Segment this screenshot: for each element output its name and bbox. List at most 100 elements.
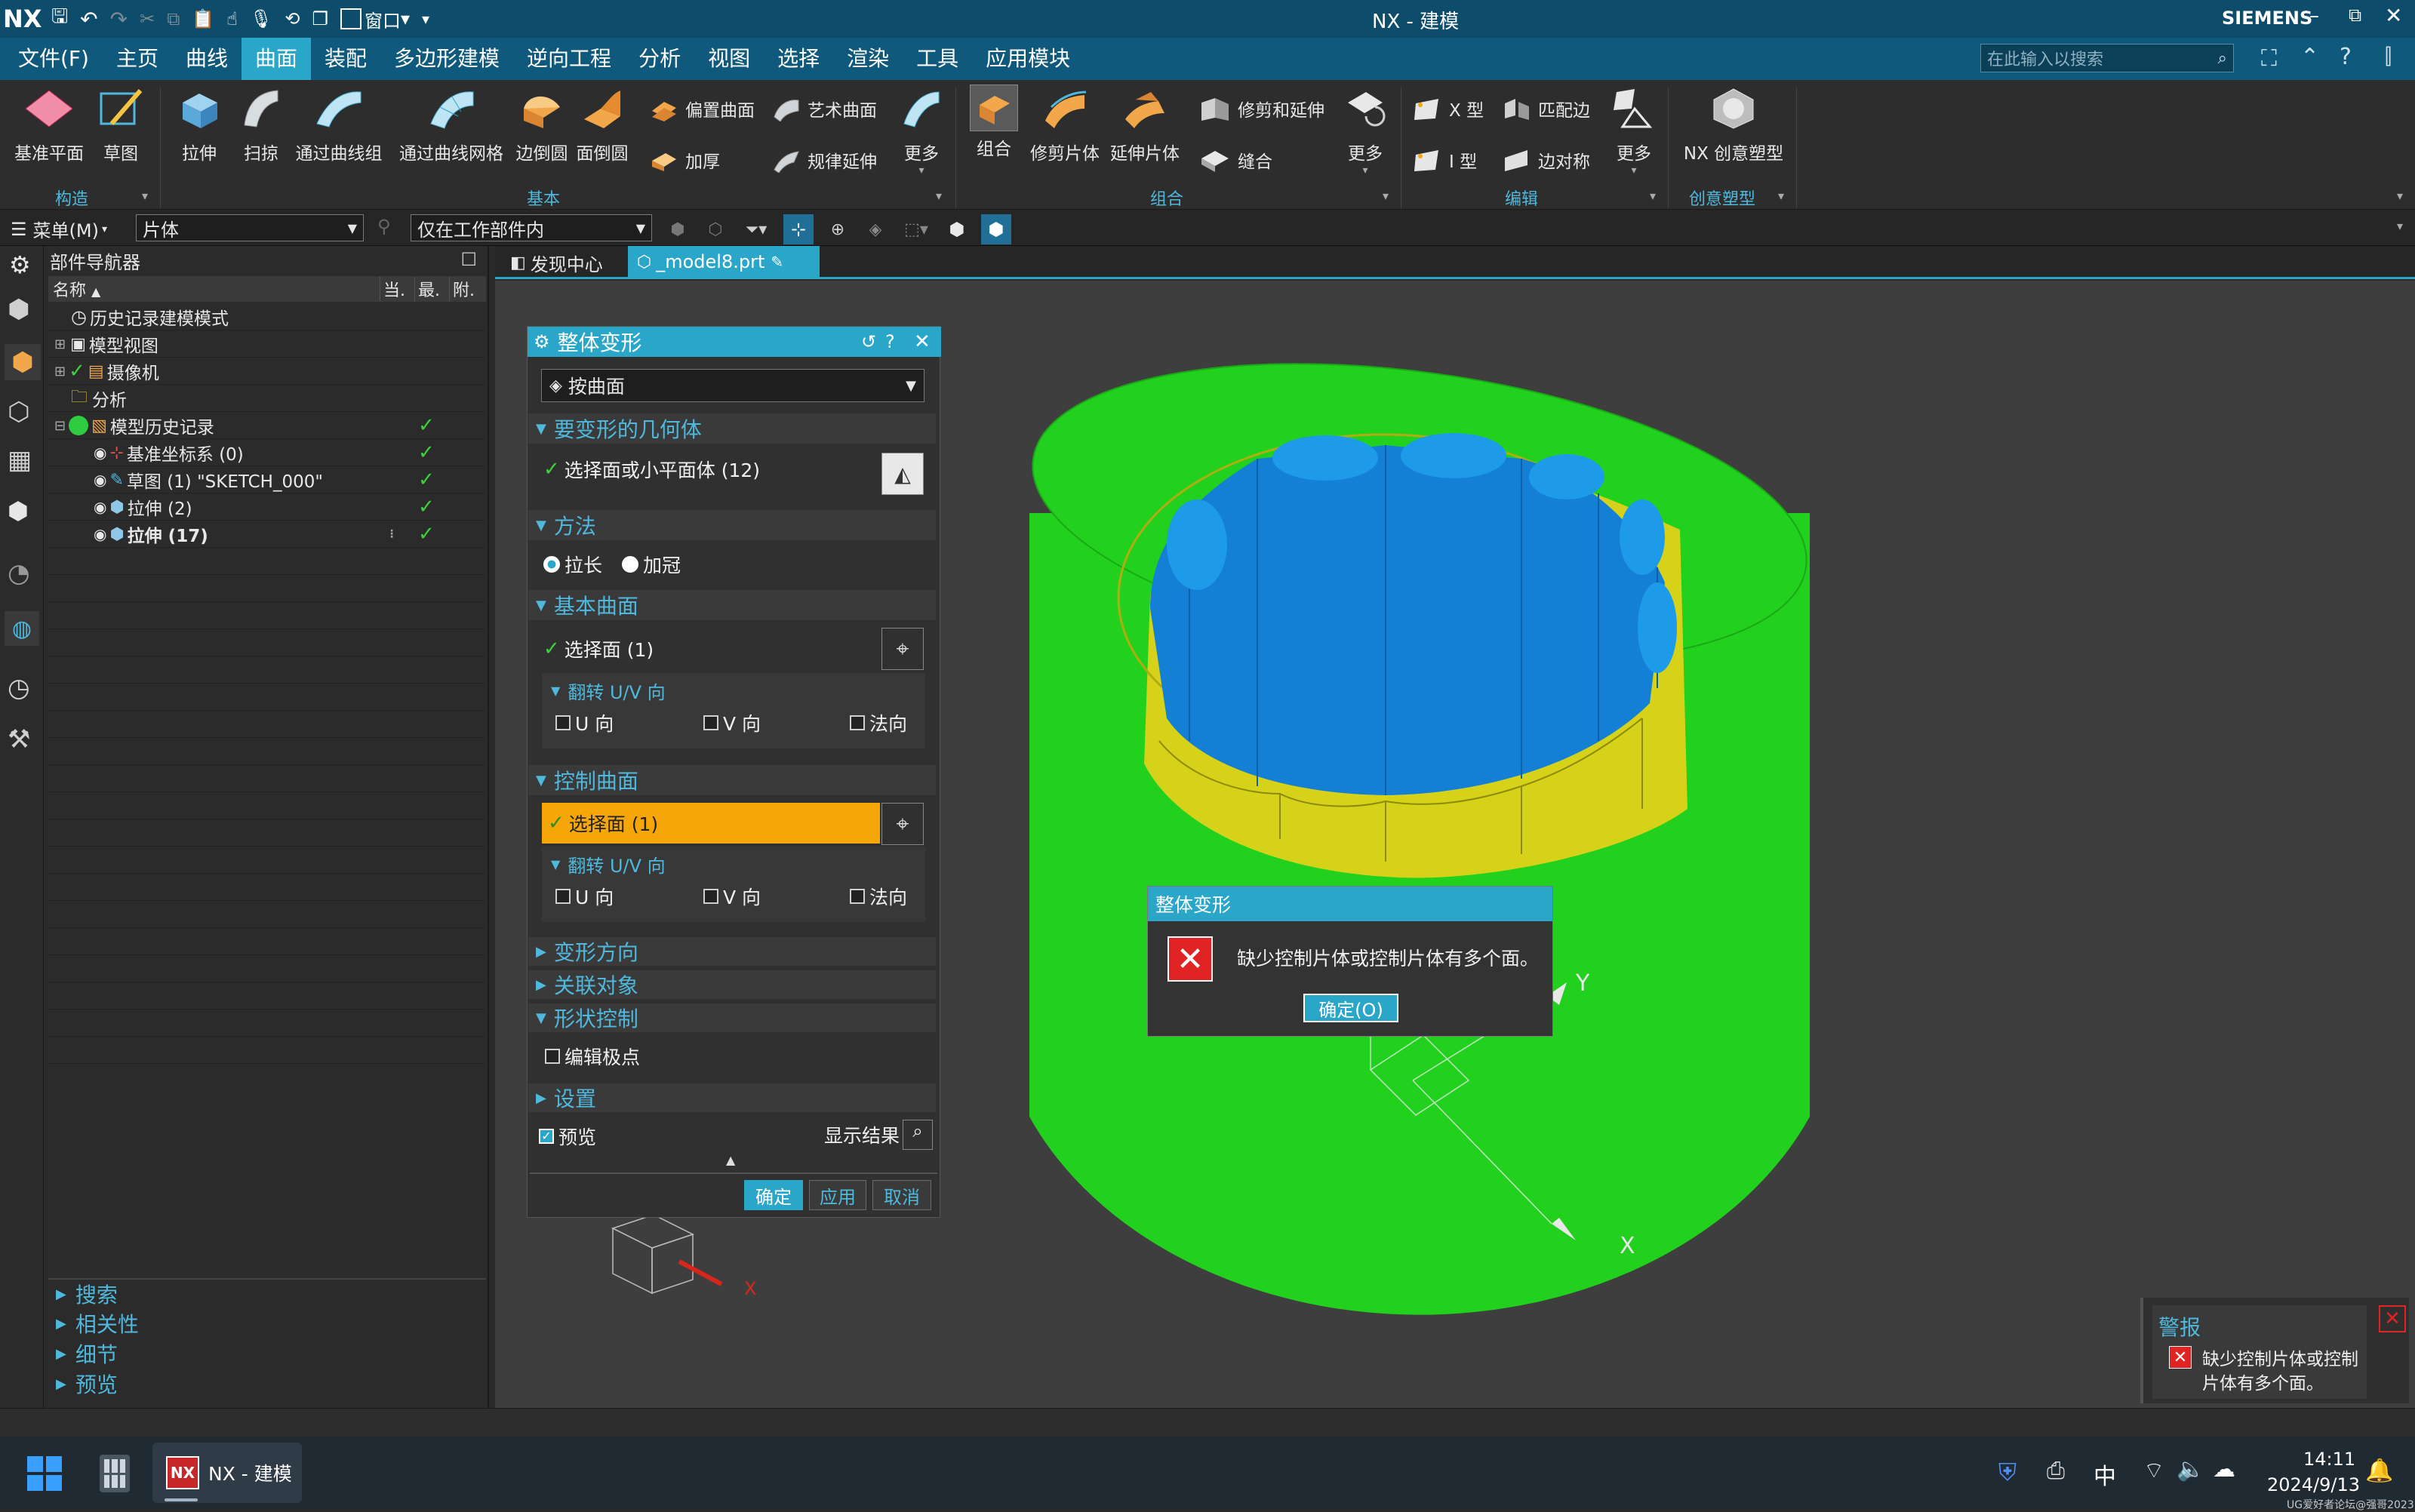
main-menu-button[interactable]: ☰ 菜单(M) ▾ xyxy=(11,216,107,242)
group-edit-expand-icon[interactable]: ▾ xyxy=(1650,189,1656,203)
pin-icon[interactable]: ⫿ xyxy=(2385,44,2392,69)
shaded-view-icon[interactable]: ⬢ xyxy=(943,216,971,243)
trim-sheet-tool[interactable]: 修剪片体 xyxy=(1028,86,1102,164)
undo-icon[interactable]: ↶ xyxy=(80,7,97,32)
calculator-app-icon[interactable] xyxy=(100,1455,130,1492)
control-normal-checkbox[interactable]: 法向 xyxy=(850,883,907,910)
sketch-tool[interactable]: 草图 xyxy=(89,86,152,164)
clock-date[interactable]: 2024/9/13 xyxy=(2267,1474,2360,1495)
basic-more-tool[interactable]: 更多 ▾ xyxy=(895,86,948,177)
menu-item-select[interactable]: 选择 xyxy=(764,38,833,80)
section-control-surface-header[interactable]: ▼ 控制曲面 xyxy=(528,765,936,795)
law-extension-tool[interactable]: 规律延伸 xyxy=(771,145,877,175)
dialog-help-icon[interactable]: ? xyxy=(885,331,895,352)
error-box-titlebar[interactable]: 整体变形 xyxy=(1148,887,1552,921)
history-icon[interactable]: ◷ xyxy=(8,673,30,703)
section-dependencies[interactable]: ▶ 相关性 xyxy=(48,1308,486,1338)
save-icon[interactable]: 🖫 xyxy=(51,2,68,35)
switch-window-icon[interactable]: ❐ xyxy=(312,8,328,29)
ribbon-options-icon[interactable]: ▾ xyxy=(2397,189,2403,203)
section-shape-control-header[interactable]: ▼ 形状控制 xyxy=(528,1003,936,1032)
section-deform-direction-header[interactable]: ▶ 变形方向 xyxy=(528,937,936,966)
group-construct-expand-icon[interactable]: ▾ xyxy=(142,189,148,203)
control-surface-select[interactable]: ✓ 选择面 (1) xyxy=(542,803,880,844)
tab-discovery-center[interactable]: ◧ 发现中心 xyxy=(510,249,603,276)
group-creative-expand-icon[interactable]: ▾ xyxy=(1778,189,1784,203)
method-radio-stretch[interactable]: 拉长 xyxy=(543,551,602,578)
base-u-checkbox[interactable]: U 向 xyxy=(555,709,614,736)
nx-realize-shape-tool[interactable]: NX 创意塑型 xyxy=(1677,86,1790,164)
offset-surface-tool[interactable]: 偏置曲面 xyxy=(649,94,755,124)
dialog-gear-icon[interactable]: ⚙ xyxy=(534,331,550,352)
select-hidden-icon[interactable]: ⬡ xyxy=(702,216,729,243)
select-region-icon[interactable]: ⬚▾ xyxy=(900,216,933,243)
trim-extend-tool[interactable]: 修剪和延伸 xyxy=(1198,94,1324,124)
redo-icon[interactable]: ↷ xyxy=(110,7,128,32)
section-geometry-header[interactable]: ▼ 要变形的几何体 xyxy=(528,413,936,444)
tree-row[interactable]: 🗀 分析 xyxy=(48,385,494,412)
section-method-header[interactable]: ▼ 方法 xyxy=(528,510,936,540)
menu-item-assembly[interactable]: 装配 xyxy=(311,38,380,80)
repeat-command-icon[interactable]: ⟲ xyxy=(285,8,300,29)
dialog-titlebar[interactable]: ⚙ 整体变形 ↺ ? ✕ xyxy=(528,327,941,357)
notification-bell-icon[interactable]: 🔔 xyxy=(2365,1458,2393,1484)
collapse-options-icon[interactable]: ▲ xyxy=(726,1153,735,1167)
base-surface-select[interactable]: ✓ 选择面 (1) xyxy=(543,635,654,662)
help-icon[interactable]: ? xyxy=(2340,44,2352,70)
edge-symmetry-tool[interactable]: 边对称 xyxy=(1502,145,1590,175)
menu-item-home[interactable]: 主页 xyxy=(103,38,172,80)
tab-model8[interactable]: ⬡ _model8.prt ✎ xyxy=(628,246,820,278)
i-form-tool[interactable]: I 型 xyxy=(1413,145,1477,175)
error-ok-button[interactable]: 确定(O) xyxy=(1303,994,1398,1022)
roles-icon[interactable]: ⚒ xyxy=(8,724,30,754)
usb-device-icon[interactable]: ⎙ xyxy=(2047,1458,2065,1484)
ime-indicator[interactable]: 中 xyxy=(2094,1458,2116,1491)
section-details[interactable]: ▶ 细节 xyxy=(48,1338,486,1369)
start-button[interactable] xyxy=(27,1456,62,1491)
section-base-surface-header[interactable]: ▼ 基本曲面 xyxy=(528,590,936,620)
fullscreen-icon[interactable]: ⛶ xyxy=(2261,45,2277,72)
clock-time[interactable]: 14:11 xyxy=(2303,1449,2355,1470)
web-browser-icon[interactable]: ◔ xyxy=(8,558,30,589)
section-preview[interactable]: ▶ 预览 xyxy=(48,1369,486,1399)
maximize-panel-icon[interactable]: ☐ xyxy=(460,249,477,270)
base-normal-checkbox[interactable]: 法向 xyxy=(850,709,907,736)
column-name[interactable]: 名称 ▲ xyxy=(48,277,380,301)
menu-item-surface[interactable]: 曲面 xyxy=(242,38,312,80)
snap-intersect-icon[interactable]: ⊕ xyxy=(824,216,851,243)
control-v-checkbox[interactable]: V 向 xyxy=(703,883,761,910)
studio-surface-tool[interactable]: 艺术曲面 xyxy=(771,94,877,124)
restore-button[interactable]: ⧉ xyxy=(2349,5,2361,26)
reuse-library-icon[interactable]: ▦ xyxy=(8,445,32,475)
section-settings-header[interactable]: ▶ 设置 xyxy=(528,1083,936,1112)
assembly-navigator-icon[interactable]: ⬢ xyxy=(8,294,30,324)
command-search-input[interactable]: 在此输入以搜索 xyxy=(1987,46,2218,70)
tree-row[interactable]: ⊞ ✓ ▤ 摄像机 xyxy=(48,358,494,385)
snap-point-icon[interactable]: ⊹ xyxy=(783,214,814,244)
part-navigator-icon[interactable]: ⬢ xyxy=(5,344,41,380)
datum-plane-tool[interactable]: 基准平面 xyxy=(8,86,91,164)
select-body-icon[interactable]: ◈ xyxy=(862,216,889,243)
collapse-ribbon-icon[interactable]: ⌃ xyxy=(2300,44,2319,70)
menu-item-curve[interactable]: 曲线 xyxy=(172,38,242,80)
menu-item-analysis[interactable]: 分析 xyxy=(625,38,694,80)
settings-gear-icon[interactable]: ⚙ xyxy=(9,250,31,279)
dialog-close-icon[interactable]: ✕ xyxy=(914,330,931,353)
geometry-select[interactable]: ✓ 选择面或小平面体 (12) xyxy=(543,456,760,483)
minimize-button[interactable]: – xyxy=(2309,5,2319,27)
menu-item-file[interactable]: 文件(F) xyxy=(0,38,103,80)
column-current[interactable]: 当. xyxy=(380,277,415,301)
combine-tool[interactable]: 组合 xyxy=(963,85,1025,160)
extrude-tool[interactable]: 拉伸 xyxy=(169,86,229,164)
tree-row[interactable]: ◉ ✎ 草图 (1) "SKETCH_000" ✓ xyxy=(48,466,494,493)
menu-item-render[interactable]: 渲染 xyxy=(833,38,903,80)
taskbar-nx-app[interactable]: NX NX - 建模 xyxy=(152,1443,302,1503)
edit-more-tool[interactable]: 更多 ▾ xyxy=(1607,86,1660,177)
group-combine-expand-icon[interactable]: ▾ xyxy=(1383,189,1389,203)
wifi-icon[interactable]: ⌔ xyxy=(2143,1456,2164,1485)
alert-close-icon[interactable]: ✕ xyxy=(2379,1305,2406,1332)
search-icon[interactable]: ⌕ xyxy=(2218,49,2227,68)
volume-icon[interactable]: 🔈 xyxy=(2177,1456,2204,1483)
security-shield-icon[interactable]: ⛨ xyxy=(1998,1458,2017,1487)
menu-item-app-modules[interactable]: 应用模块 xyxy=(972,38,1084,80)
